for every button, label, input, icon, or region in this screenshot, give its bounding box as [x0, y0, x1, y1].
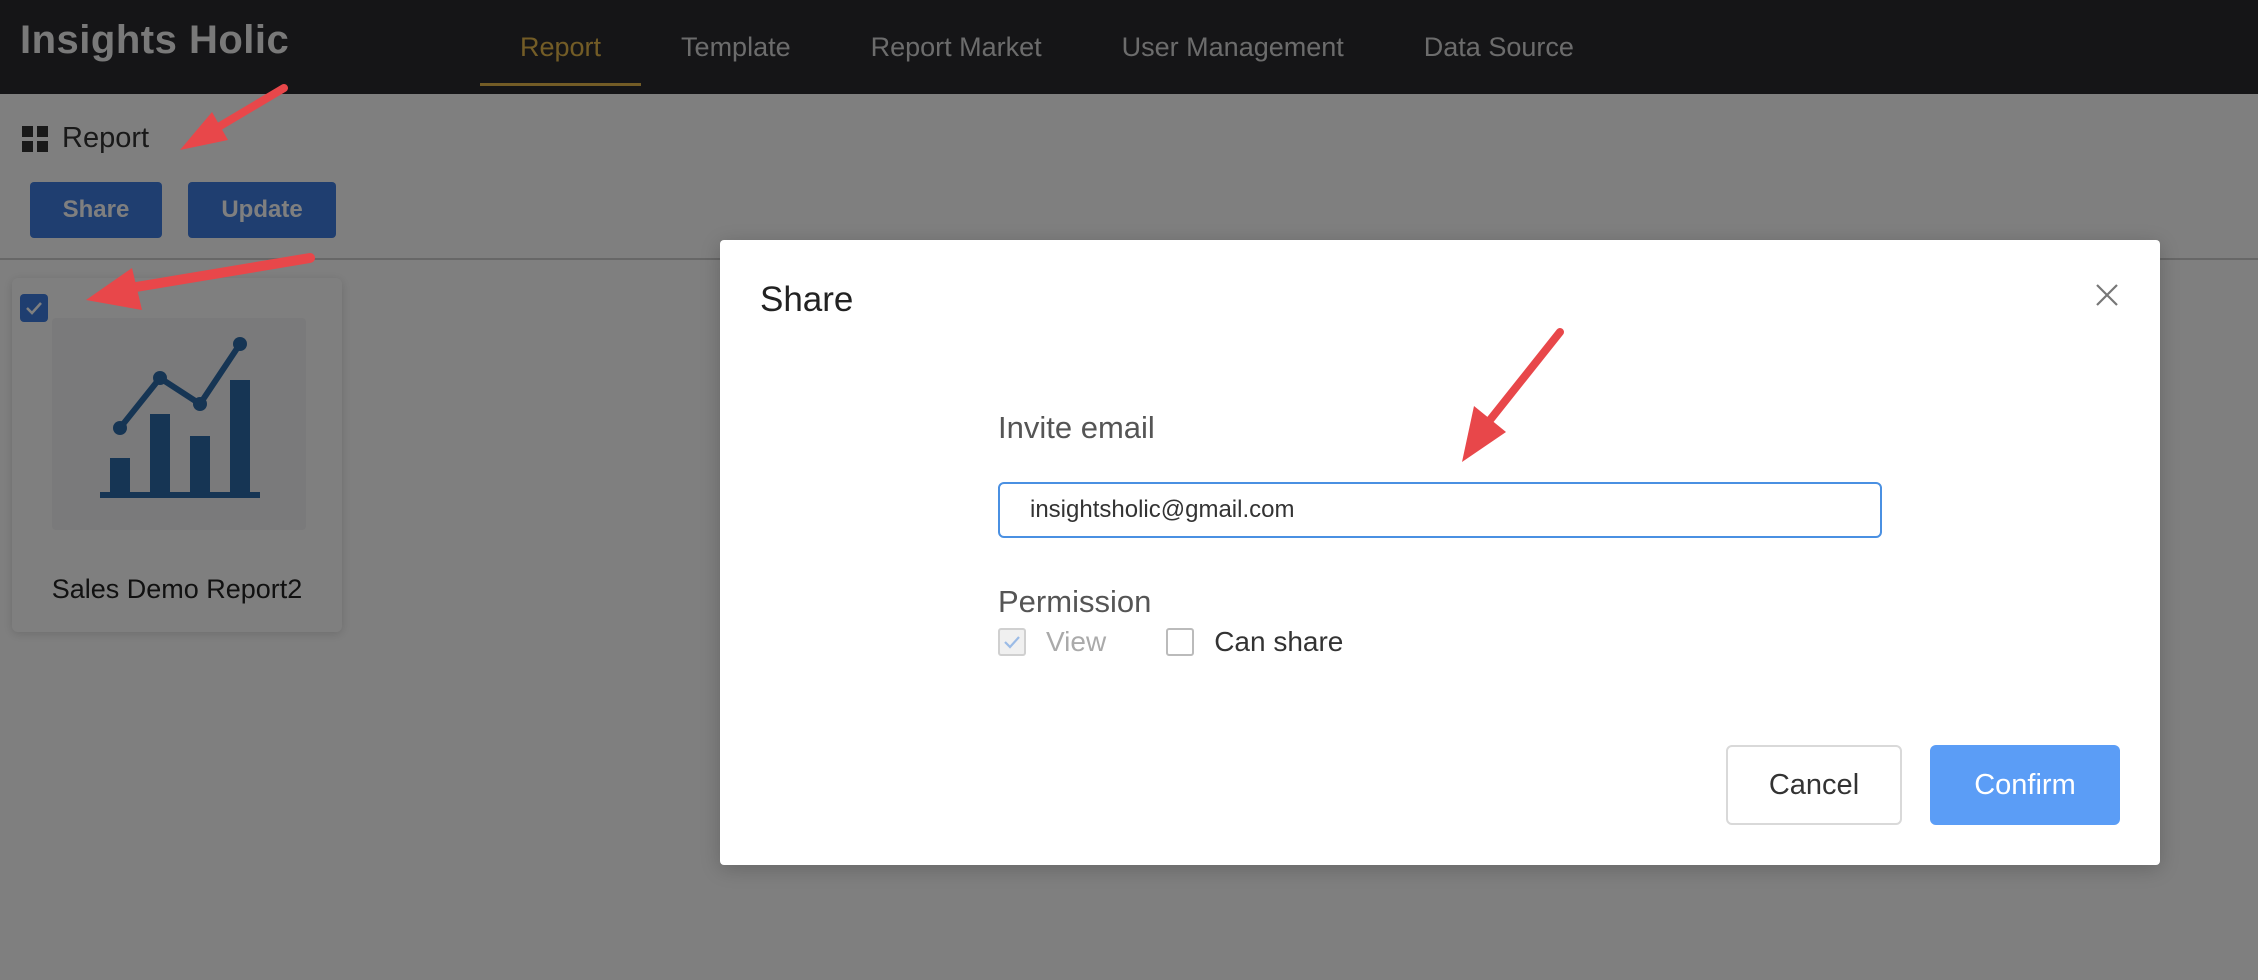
permission-options: View Can share: [998, 626, 1343, 658]
view-checkbox[interactable]: [998, 628, 1026, 656]
invite-email-input[interactable]: [998, 482, 1882, 538]
cancel-button[interactable]: Cancel: [1726, 745, 1902, 825]
share-modal: Share Invite email Permission View Can s…: [720, 240, 2160, 865]
view-checkbox-label: View: [1046, 626, 1107, 657]
close-icon[interactable]: [2094, 282, 2120, 308]
permission-label: Permission: [998, 584, 1152, 619]
confirm-button[interactable]: Confirm: [1930, 745, 2120, 825]
modal-title: Share: [760, 280, 854, 319]
invite-email-label: Invite email: [998, 410, 1155, 445]
can-share-checkbox[interactable]: [1166, 628, 1195, 656]
checkmark-icon: [1004, 636, 1020, 649]
can-share-checkbox-label: Can share: [1214, 626, 1344, 657]
